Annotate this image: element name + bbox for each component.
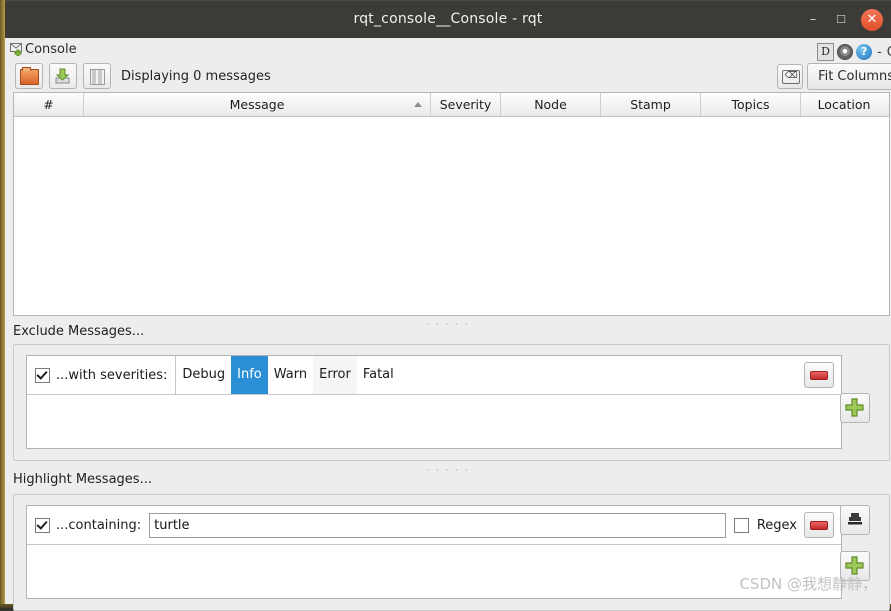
highlight-containing-input[interactable] [149,512,726,538]
exclude-messages-label: Exclude Messages... [13,324,145,339]
table-column-label: Topics [731,97,770,112]
fit-columns-button[interactable]: Fit Columns [807,63,891,90]
dock-title-label: Console [25,42,77,57]
gear-icon[interactable] [837,44,854,60]
table-column-header[interactable]: Message [84,93,431,116]
console-add-icon [10,43,25,57]
exclude-filter-box: ...with severities: Debug Info Warn Error Fa… [26,355,842,449]
exclude-filter-empty-area [27,395,841,447]
save-log-icon [54,68,71,84]
message-count-label: Displaying 0 messages [121,68,271,84]
regex-option[interactable]: Regex [726,517,797,533]
table-column-header[interactable]: Stamp [601,93,701,116]
splitter-handle-highlight[interactable]: · · · · · [5,462,891,476]
severity-item-info[interactable]: Info [231,356,268,394]
highlight-filter-caption: ...containing: [56,517,142,533]
table-header: # Message Severity Node Stamp Topics Location [14,93,889,117]
exclude-panel: ...with severities: Debug Info Warn Error Fa… [13,344,890,461]
highlighter-icon [846,512,864,527]
maximize-button[interactable]: ☐ [831,10,851,30]
dock-d-button[interactable]: D [817,43,835,61]
close-button[interactable]: ✕ [861,9,883,31]
table-column-label: Location [817,97,871,112]
pause-icon [90,69,105,85]
help-icon[interactable]: ? [856,44,873,60]
erase-icon: ⌫ [782,70,801,84]
exclude-filter-enable-checkbox[interactable] [35,367,50,383]
application-window: rqt_console__Console - rqt – ☐ ✕ Console… [0,0,891,611]
toolbar-right-group: ⌫ Fit Columns [777,63,891,90]
table-column-header[interactable]: Topics [701,93,801,116]
dock-title-bar[interactable]: Console D ? - O [5,40,891,62]
regex-label: Regex [756,517,797,533]
severity-item-error[interactable]: Error [313,356,357,394]
highlight-filter-row: ...containing: Regex [27,506,841,545]
exclude-filter-caption: ...with severities: [56,367,168,383]
splitter-handle-exclude[interactable]: · · · · · [5,316,891,330]
title-bar[interactable]: rqt_console__Console - rqt – ☐ ✕ [5,0,891,39]
clear-messages-button[interactable]: ⌫ [777,64,804,89]
table-column-header[interactable]: Location [801,93,887,116]
minimize-button[interactable]: – [803,10,823,30]
remove-exclude-filter-button[interactable] [804,362,834,388]
table-column-label: Node [534,97,567,112]
open-log-icon [20,67,39,85]
severity-item-warn[interactable]: Warn [268,356,313,394]
dock-tool-buttons: D ? - O [817,42,891,62]
add-exclude-filter-button[interactable] [840,393,870,423]
highlight-filter-box: ...containing: Regex [26,505,842,599]
highlight-messages-label: Highlight Messages... [13,472,152,487]
severity-item-debug[interactable]: Debug [176,356,231,394]
window-title: rqt_console__Console - rqt [353,11,543,27]
console-toolbar: Displaying 0 messages ⌫ Fit Columns [5,62,891,90]
table-column-header[interactable]: Severity [431,93,501,116]
open-log-button[interactable] [15,63,43,89]
pause-button[interactable] [83,63,111,89]
table-column-label: Stamp [630,97,671,112]
client-area: Console D ? - O [5,38,891,611]
table-column-label: Severity [439,97,492,112]
remove-highlight-filter-button[interactable] [804,512,834,538]
plus-icon [845,398,864,417]
highlight-filter-empty-area [27,545,841,597]
highlight-filter-enable-checkbox[interactable] [35,517,50,533]
sort-ascending-icon [414,102,422,107]
highlight-tool-button[interactable] [840,505,870,535]
splitter-dots: · · · · · [426,320,470,330]
table-body[interactable] [14,117,889,314]
save-log-button[interactable] [49,63,77,89]
dock-close-button[interactable]: O [887,45,891,60]
watermark: CSDN @我想静静， [739,575,877,593]
severity-list[interactable]: Debug Info Warn Error Fatal [175,356,797,394]
table-column-label: Message [229,97,285,112]
exclude-filter-row: ...with severities: Debug Info Warn Error Fa… [27,356,841,395]
message-table[interactable]: # Message Severity Node Stamp Topics Location [13,92,890,316]
severity-item-fatal[interactable]: Fatal [357,356,400,394]
table-column-header[interactable]: # [14,93,84,116]
regex-checkbox[interactable] [733,517,749,533]
table-column-label: # [43,97,54,112]
table-column-header[interactable]: Node [501,93,601,116]
splitter-dots: · · · · · [426,466,470,476]
dock-float-button[interactable]: - [875,45,884,60]
